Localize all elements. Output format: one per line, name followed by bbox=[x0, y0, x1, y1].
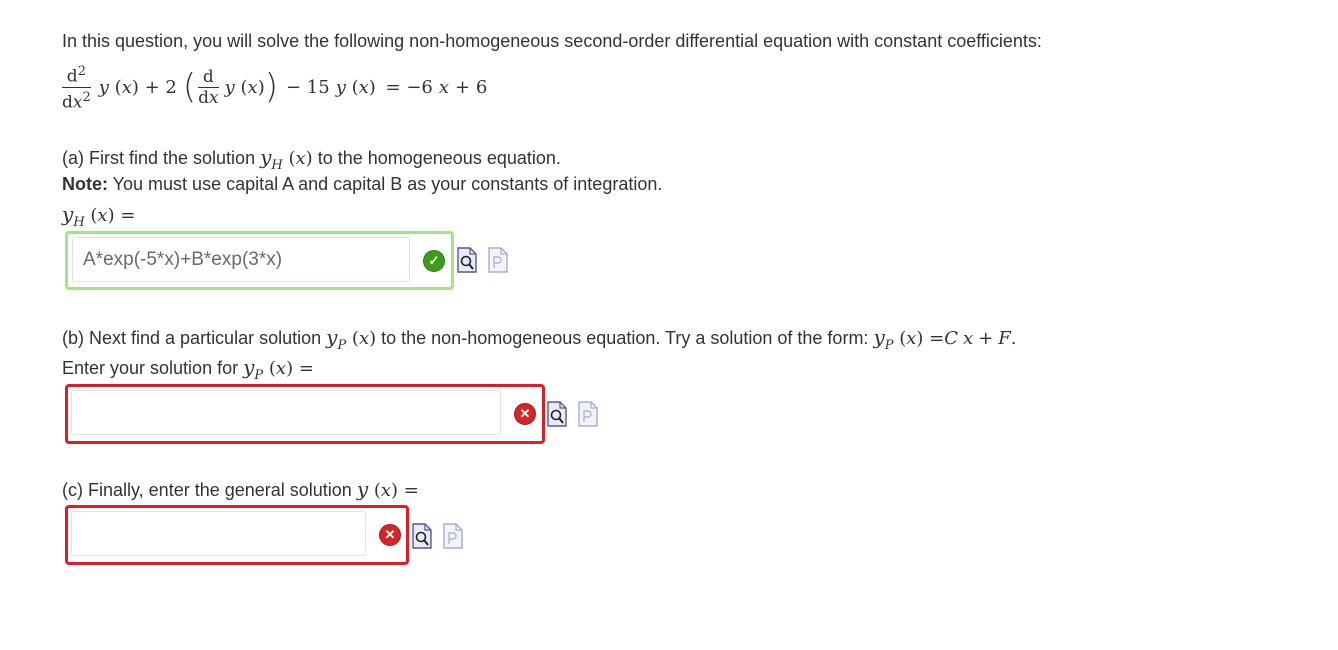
check-circle-icon: ✓ bbox=[423, 250, 445, 272]
intro-text: In this question, you will solve the fol… bbox=[62, 31, 1042, 51]
part-a-answer-field[interactable] bbox=[72, 237, 410, 282]
preview-document-icon[interactable] bbox=[457, 247, 477, 273]
x-circle-icon: ✕ bbox=[379, 524, 401, 546]
part-b-answer-label: Enter your solution for yP (x) = bbox=[62, 355, 314, 383]
first-derivative-operator: d dx bbox=[198, 66, 219, 108]
part-a-note: Note: You must use capital A and capital… bbox=[62, 174, 663, 194]
part-a-prompt: (a) First find the solution yH (x) to th… bbox=[62, 145, 561, 173]
x-circle-icon: ✕ bbox=[514, 403, 536, 425]
second-derivative-operator: d2 dx2 bbox=[62, 63, 91, 113]
differential-equation: d2 dx2 y (x) + 2 ( d dx y (x) ) − 15 y (… bbox=[62, 63, 488, 113]
pdf-document-icon[interactable] bbox=[578, 401, 598, 427]
preview-document-icon[interactable] bbox=[547, 401, 567, 427]
pdf-document-icon[interactable] bbox=[443, 523, 463, 549]
part-c-answer-field[interactable] bbox=[71, 511, 366, 556]
part-c-prompt: (c) Finally, enter the general solution … bbox=[62, 477, 419, 501]
part-b-prompt: (b) Next find a particular solution yP (… bbox=[62, 325, 1017, 353]
preview-document-icon[interactable] bbox=[412, 523, 432, 549]
part-b-answer-field[interactable] bbox=[71, 390, 501, 435]
part-a-answer-label: yH (x) = bbox=[62, 202, 136, 230]
pdf-document-icon[interactable] bbox=[488, 247, 508, 273]
